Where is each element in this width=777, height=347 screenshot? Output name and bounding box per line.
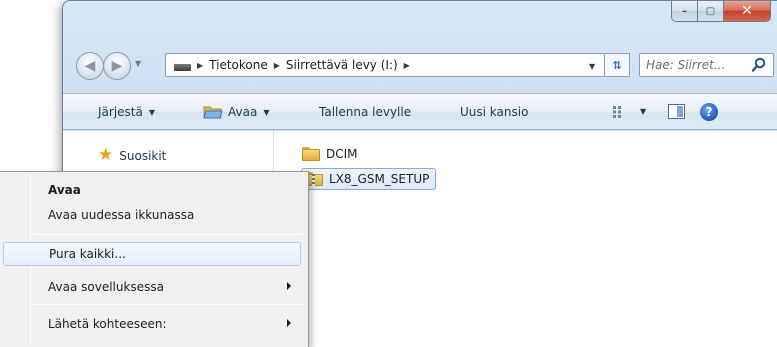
file-name: LX8_GSM_SETUP [329, 172, 430, 186]
file-item-dcim[interactable]: DCIM [302, 147, 358, 161]
open-button[interactable]: Avaa ▼ [203, 105, 269, 119]
menu-item-open-with[interactable]: Avaa sovelluksessa [2, 275, 305, 299]
search-placeholder: Hae: Siirret... [646, 58, 726, 72]
arrow-left-icon: ◀ [84, 58, 96, 74]
menu-separator [33, 304, 303, 305]
window-controls: – ▢ ✕ [671, 1, 771, 22]
close-button[interactable]: ✕ [724, 1, 771, 22]
change-view-icon[interactable] [613, 106, 631, 118]
removable-drive-icon [174, 63, 191, 71]
arrow-right-icon: ▶ [111, 58, 123, 74]
breadcrumb-separator-icon[interactable]: ▶ [274, 61, 280, 70]
minimize-button[interactable]: – [671, 1, 698, 22]
view-options-button[interactable]: ▼ [640, 107, 646, 116]
favorites-label: Suosikit [119, 148, 167, 163]
organize-label: Järjestä [98, 105, 143, 119]
breadcrumb-removable-drive[interactable]: Siirrettävä levy (I:) [286, 58, 398, 72]
star-icon: ★ [98, 145, 114, 165]
context-menu: Avaa Avaa uudessa ikkunassa Pura kaikki.… [0, 171, 309, 347]
menu-item-label: Lähetä kohteeseen: [48, 317, 167, 331]
refresh-icon: ⇅ [612, 58, 622, 72]
breadcrumb-computer[interactable]: Tietokone [209, 58, 268, 72]
address-dropdown-button[interactable]: ▼ [589, 62, 595, 71]
menu-item-label: Avaa uudessa ikkunassa [48, 208, 195, 222]
open-folder-icon [203, 105, 223, 119]
search-input[interactable]: Hae: Siirret... [639, 53, 774, 77]
nav-item-favorites[interactable]: ★ Suosikit [98, 147, 166, 164]
file-name: DCIM [326, 147, 358, 161]
menu-item-label: Pura kaikki... [49, 247, 126, 261]
breadcrumb-separator-icon[interactable]: ▶ [404, 61, 410, 70]
burn-to-disc-button[interactable]: Tallenna levylle [319, 105, 411, 119]
folder-icon [302, 147, 320, 161]
recent-pages-button[interactable]: ▼ [135, 59, 141, 68]
new-folder-button[interactable]: Uusi kansio [460, 105, 528, 119]
menu-item-extract-all[interactable]: Pura kaikki... [3, 242, 301, 266]
breadcrumb-separator-icon[interactable]: ▶ [197, 61, 203, 70]
organize-button[interactable]: Järjestä ▼ [98, 105, 155, 119]
search-icon[interactable] [751, 57, 767, 73]
chevron-down-icon: ▼ [148, 107, 156, 117]
menu-item-label: Avaa [48, 183, 81, 197]
file-item-lx8-gsm-setup[interactable]: LX8_GSM_SETUP [301, 168, 437, 190]
chevron-down-icon: ▼ [263, 107, 270, 117]
submenu-arrow-icon [287, 319, 291, 327]
open-label: Avaa [228, 105, 258, 119]
navigation-row: ◀ ▶ ▼ ▶ Tietokone ▶ Siirrettävä levy (I:… [63, 49, 777, 83]
forward-button[interactable]: ▶ [103, 52, 131, 80]
refresh-button[interactable]: ⇅ [605, 53, 630, 77]
menu-item-send-to[interactable]: Lähetä kohteeseen: [2, 312, 305, 336]
menu-item-open[interactable]: Avaa [2, 178, 305, 202]
menu-separator [33, 234, 303, 235]
maximize-button[interactable]: ▢ [698, 1, 724, 22]
submenu-arrow-icon [287, 282, 291, 290]
preview-pane-icon[interactable] [668, 104, 685, 119]
help-icon[interactable]: ? [700, 103, 718, 121]
back-button[interactable]: ◀ [76, 52, 104, 80]
menu-item-label: Avaa sovelluksessa [48, 280, 164, 294]
command-bar: Järjestä ▼ Avaa ▼ Tallenna levylle Uusi … [63, 93, 777, 130]
menu-item-open-new-window[interactable]: Avaa uudessa ikkunassa [2, 203, 305, 227]
address-bar[interactable]: ▶ Tietokone ▶ Siirrettävä levy (I:) ▶ [165, 53, 605, 77]
